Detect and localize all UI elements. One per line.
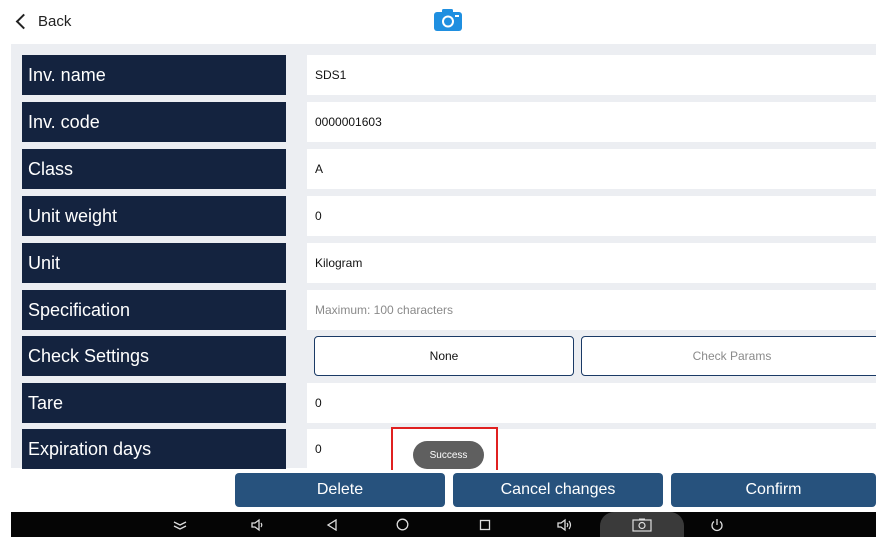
field-label-box: Expiration days bbox=[22, 429, 286, 469]
field-value: 0000001603 bbox=[315, 115, 382, 129]
row-inv-name: Inv. name SDS1 bbox=[11, 55, 876, 95]
back-label: Back bbox=[38, 12, 72, 30]
field-label: Tare bbox=[28, 392, 64, 413]
header-bar: Back bbox=[0, 0, 876, 44]
action-bar: Delete Cancel changes Confirm bbox=[0, 470, 876, 512]
field-value: Kilogram bbox=[315, 256, 363, 270]
row-unit-weight: Unit weight 0 bbox=[11, 196, 876, 236]
row-unit: Unit Kilogram bbox=[11, 243, 876, 283]
field-value: A bbox=[315, 162, 324, 176]
field-label-box: Specification bbox=[22, 290, 286, 330]
recents-square-icon[interactable] bbox=[477, 512, 493, 537]
unit-weight-input[interactable]: 0 bbox=[307, 196, 876, 236]
field-placeholder: Maximum: 100 characters bbox=[315, 303, 454, 317]
row-class: Class A bbox=[11, 149, 876, 189]
field-label: Unit weight bbox=[28, 205, 118, 226]
field-label: Specification bbox=[28, 299, 131, 320]
home-circle-icon[interactable] bbox=[394, 512, 410, 537]
field-label-box: Inv. name bbox=[22, 55, 286, 95]
class-input[interactable]: A bbox=[307, 149, 876, 189]
field-value: SDS1 bbox=[315, 68, 347, 82]
screenshot-icon[interactable] bbox=[631, 512, 653, 537]
field-value: 0 bbox=[315, 396, 322, 410]
field-label-box: Inv. code bbox=[22, 102, 286, 142]
row-inv-code: Inv. code 0000001603 bbox=[11, 102, 876, 142]
field-label-box: Unit weight bbox=[22, 196, 286, 236]
field-label: Class bbox=[28, 158, 74, 179]
field-label: Inv. code bbox=[28, 111, 100, 132]
confirm-button[interactable]: Confirm bbox=[671, 473, 876, 507]
volume-up-icon[interactable] bbox=[555, 512, 573, 537]
field-label: Check Settings bbox=[28, 345, 150, 366]
row-check-settings: Check Settings None Check Params bbox=[11, 336, 876, 376]
field-label-box: Tare bbox=[22, 383, 286, 423]
delete-button[interactable]: Delete bbox=[235, 473, 445, 507]
back-triangle-icon[interactable] bbox=[324, 512, 340, 537]
volume-down-icon[interactable] bbox=[249, 512, 265, 537]
chevron-left-icon bbox=[15, 13, 32, 29]
field-label: Inv. name bbox=[28, 64, 106, 85]
cancel-changes-button[interactable]: Cancel changes bbox=[453, 473, 663, 507]
row-specification: Specification Maximum: 100 characters bbox=[11, 290, 876, 330]
camera-icon[interactable] bbox=[433, 8, 463, 32]
unit-select[interactable]: Kilogram bbox=[307, 243, 876, 283]
field-label: Expiration days bbox=[28, 438, 152, 459]
inv-code-input[interactable]: 0000001603 bbox=[307, 102, 876, 142]
specification-input[interactable]: Maximum: 100 characters bbox=[307, 290, 876, 330]
field-label-box: Unit bbox=[22, 243, 286, 283]
inv-name-input[interactable]: SDS1 bbox=[307, 55, 876, 95]
back-button[interactable]: Back bbox=[14, 8, 71, 34]
field-label-box: Class bbox=[22, 149, 286, 189]
row-tare: Tare 0 bbox=[11, 383, 876, 423]
check-params-button[interactable]: Check Params bbox=[581, 336, 876, 376]
system-navigation-bar bbox=[11, 512, 876, 537]
check-setting-none-button[interactable]: None bbox=[314, 336, 574, 376]
power-icon[interactable] bbox=[708, 512, 726, 537]
tare-input[interactable]: 0 bbox=[307, 383, 876, 423]
field-value: 0 bbox=[315, 209, 322, 223]
field-label: Unit bbox=[28, 252, 61, 273]
expand-icon[interactable] bbox=[171, 512, 189, 537]
field-value: 0 bbox=[315, 442, 322, 456]
inventory-form: Inv. name SDS1 Inv. code 0000001603 Clas… bbox=[11, 44, 876, 469]
field-label-box: Check Settings bbox=[22, 336, 286, 376]
